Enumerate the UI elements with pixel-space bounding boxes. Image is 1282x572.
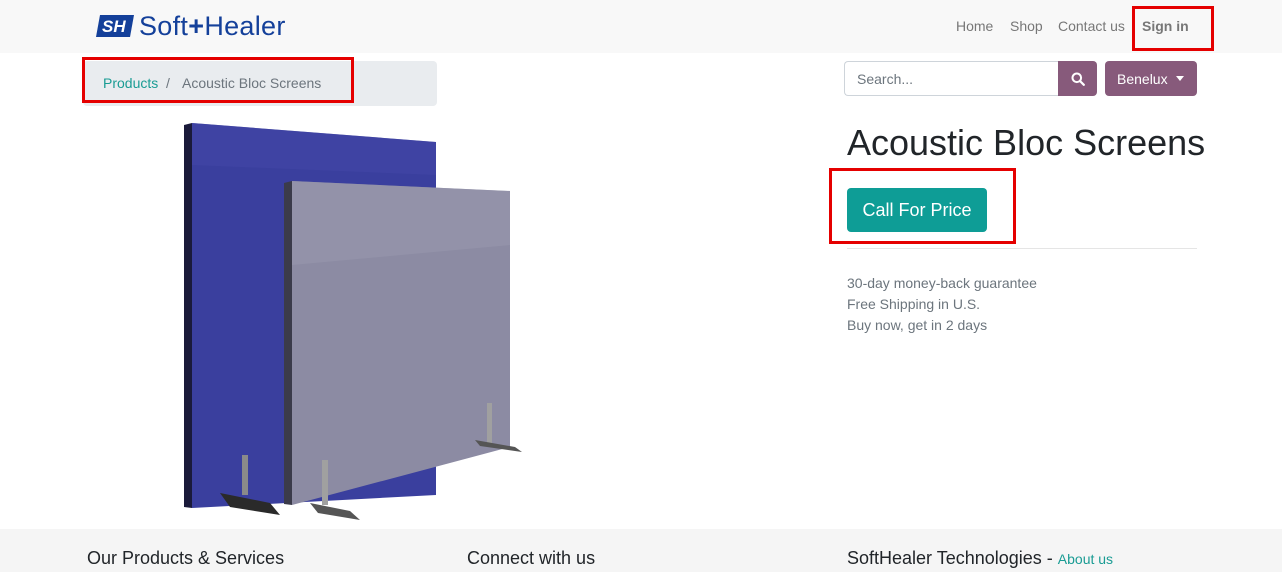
footer-connect-heading: Connect with us bbox=[467, 548, 596, 568]
language-selected: Benelux bbox=[1117, 70, 1168, 87]
footer-company-heading: SoftHealer Technologies - About us bbox=[847, 548, 1113, 569]
nav-contact-link[interactable]: Contact us bbox=[1058, 18, 1125, 34]
perk-delivery: Buy now, get in 2 days bbox=[847, 317, 988, 333]
top-navbar: SH Soft+Healer Home Shop Contact us Sign… bbox=[0, 0, 1282, 53]
language-dropdown[interactable]: Benelux bbox=[1105, 61, 1197, 96]
product-image[interactable] bbox=[150, 115, 550, 525]
footer-company-sep: - bbox=[1041, 548, 1058, 568]
cta-highlight-box bbox=[829, 168, 1016, 244]
logo-mark-icon: SH bbox=[96, 15, 134, 37]
svg-text:SH: SH bbox=[102, 17, 126, 36]
footer-company-name: SoftHealer Technologies bbox=[847, 548, 1042, 568]
logo-text: Soft+Healer bbox=[139, 11, 286, 41]
footer-products-heading: Our Products & Services bbox=[87, 548, 285, 568]
search-input[interactable] bbox=[844, 61, 1059, 96]
perk-shipping: Free Shipping in U.S. bbox=[847, 296, 981, 312]
search-button[interactable] bbox=[1058, 61, 1097, 96]
nav-shop-link[interactable]: Shop bbox=[1010, 18, 1043, 34]
nav-home-link[interactable]: Home bbox=[956, 18, 993, 34]
divider bbox=[847, 248, 1197, 249]
footer-about-link[interactable]: About us bbox=[1058, 551, 1113, 567]
softhealer-logo[interactable]: SH Soft+Healer bbox=[94, 11, 286, 41]
caret-down-icon bbox=[1175, 76, 1184, 81]
perk-guarantee: 30-day money-back guarantee bbox=[847, 275, 1037, 291]
search-icon bbox=[1071, 72, 1085, 86]
signin-highlight-box bbox=[1132, 6, 1214, 51]
footer: Our Products & Services Connect with us … bbox=[0, 529, 1282, 572]
breadcrumb-highlight-box bbox=[82, 57, 354, 103]
product-title: Acoustic Bloc Screens bbox=[847, 122, 1206, 163]
